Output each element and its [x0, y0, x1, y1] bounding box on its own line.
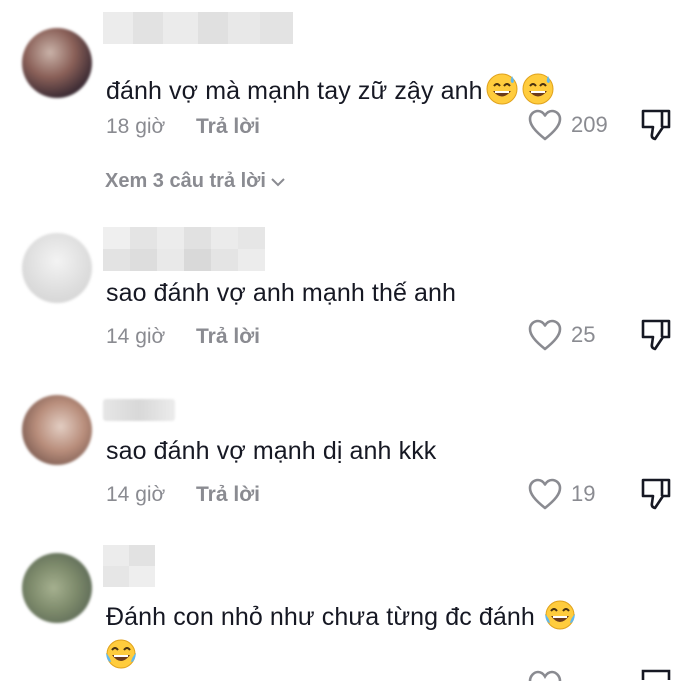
username-blurred[interactable] [103, 12, 293, 44]
dislike-icon[interactable] [640, 668, 672, 680]
avatar[interactable] [22, 28, 92, 98]
username-blurred[interactable] [103, 545, 155, 587]
comment-text: sao đánh vợ mạnh dị anh kkk [106, 437, 437, 465]
view-replies-label: Xem 3 câu trả lời [105, 170, 266, 192]
avatar[interactable] [22, 553, 92, 623]
like-count: 25 [571, 322, 596, 347]
like-count: 19 [571, 481, 596, 506]
comment-time: 18 giờ [106, 115, 166, 138]
sweat-smile-emoji [522, 73, 554, 105]
username-blurred[interactable] [103, 399, 175, 421]
like-button[interactable]: 25 [527, 318, 595, 352]
like-button[interactable]: 209 [527, 108, 608, 142]
comment-text: Đánh con nhỏ như chưa từng đc đánh [106, 598, 577, 632]
tears-of-joy-emoji [106, 639, 136, 669]
dislike-icon[interactable] [640, 108, 672, 142]
heart-icon [528, 109, 562, 141]
view-replies-button[interactable]: Xem 3 câu trả lời [105, 170, 286, 193]
comment-text: đánh vợ mà mạnh tay zữ zậy anh [106, 72, 555, 106]
tears-of-joy-emoji [544, 600, 575, 630]
comment-text: sao đánh vợ anh mạnh thế anh [106, 279, 457, 307]
comment-time: 14 giờ [106, 325, 166, 348]
reply-button[interactable]: Trả lời [196, 483, 260, 507]
dislike-icon[interactable] [640, 477, 672, 511]
avatar[interactable] [22, 233, 92, 303]
reply-button[interactable]: Trả lời [196, 115, 260, 139]
chevron-down-icon [271, 177, 285, 186]
like-button[interactable]: 19 [527, 477, 595, 511]
dislike-icon[interactable] [640, 318, 672, 352]
comment-time: 14 giờ [106, 483, 166, 506]
heart-icon [528, 319, 562, 351]
reply-button[interactable]: Trả lời [196, 325, 260, 349]
avatar[interactable] [22, 395, 92, 465]
username-blurred[interactable] [103, 227, 265, 271]
heart-icon [528, 478, 562, 510]
sweat-smile-emoji [486, 73, 518, 105]
like-count: 209 [571, 112, 608, 137]
